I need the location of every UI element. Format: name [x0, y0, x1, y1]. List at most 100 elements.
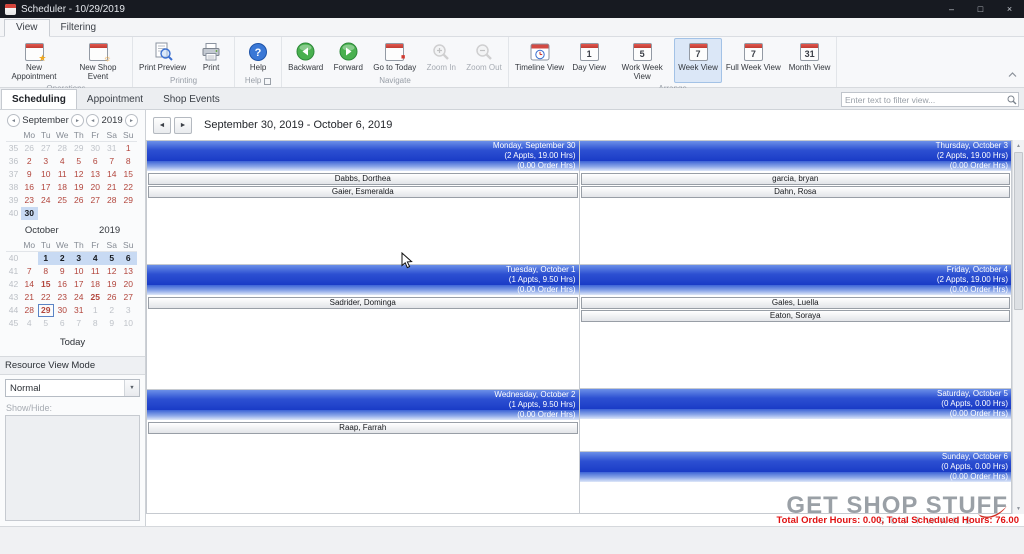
calendar-date[interactable]: 24 [71, 291, 88, 304]
calendar-date[interactable]: 14 [21, 278, 38, 291]
day-body[interactable]: Dabbs, DortheaGaier, Esmeralda [147, 171, 579, 264]
calendar-date[interactable]: 16 [54, 278, 71, 291]
tab-scheduling[interactable]: Scheduling [1, 89, 77, 109]
day-header[interactable]: Saturday, October 5(0 Appts, 0.00 Hrs) [580, 389, 1012, 409]
scroll-down-icon[interactable]: ▼ [1013, 503, 1024, 514]
day-header[interactable]: Sunday, October 6(0 Appts, 0.00 Hrs) [580, 452, 1012, 472]
calendar-date[interactable]: 15 [38, 278, 55, 291]
calendar-date[interactable]: 24 [38, 194, 55, 207]
filter-input[interactable] [842, 95, 1005, 105]
calendar-date[interactable]: 8 [38, 265, 55, 278]
calendar-date[interactable]: 29 [71, 142, 88, 155]
calendar-date[interactable]: 1 [87, 304, 104, 317]
calendar-date[interactable]: 10 [120, 317, 137, 330]
dialog-launcher-icon[interactable] [264, 78, 271, 85]
maximize-button[interactable]: □ [966, 0, 995, 18]
next-week-button[interactable]: ► [174, 117, 192, 134]
calendar-date[interactable]: 1 [120, 142, 137, 155]
calendar-date[interactable]: 5 [104, 252, 121, 265]
tab-shop-events[interactable]: Shop Events [153, 90, 230, 109]
calendar-date[interactable]: 2 [54, 252, 71, 265]
help-button[interactable]: ?Help [237, 38, 279, 75]
ribbon-tab-view[interactable]: View [4, 19, 50, 37]
calendar-date[interactable]: 28 [104, 194, 121, 207]
next-month-icon[interactable]: ► [71, 114, 84, 127]
calendar-date[interactable]: 30 [54, 304, 71, 317]
calendar-date[interactable]: 4 [21, 317, 38, 330]
calendar-date[interactable]: 3 [120, 304, 137, 317]
calendar-date[interactable]: 8 [87, 317, 104, 330]
collapse-ribbon-icon[interactable] [1007, 66, 1018, 84]
print-button[interactable]: Print [190, 38, 232, 75]
calendar-date[interactable]: 9 [21, 168, 38, 181]
calendar-date[interactable]: 5 [71, 155, 88, 168]
appointment-item[interactable]: Eaton, Soraya [581, 310, 1011, 322]
calendar-date[interactable]: 1 [38, 252, 55, 265]
calendar-date[interactable]: 7 [104, 155, 121, 168]
chevron-down-icon[interactable]: ▼ [124, 380, 139, 396]
calendar-date[interactable]: 17 [71, 278, 88, 291]
calendar-date[interactable]: 10 [71, 265, 88, 278]
day-header[interactable]: Friday, October 4(2 Appts, 19.00 Hrs) [580, 265, 1012, 285]
calendar-date[interactable]: 30 [87, 142, 104, 155]
appointment-item[interactable]: garcia, bryan [581, 173, 1011, 185]
calendar-date[interactable]: 2 [104, 304, 121, 317]
calendar-date[interactable]: 20 [87, 181, 104, 194]
calendar-date[interactable]: 23 [54, 291, 71, 304]
calendar-date[interactable]: 6 [87, 155, 104, 168]
calendar-date[interactable]: 22 [120, 181, 137, 194]
previous-week-button[interactable]: ◄ [153, 117, 171, 134]
calendar-date[interactable]: 30 [21, 207, 38, 220]
minimize-button[interactable]: – [937, 0, 966, 18]
calendar-date[interactable]: 27 [38, 142, 55, 155]
calendar-date[interactable]: 16 [21, 181, 38, 194]
calendar-date[interactable]: 28 [54, 142, 71, 155]
calendar-date[interactable]: 6 [120, 252, 137, 265]
work-week-view-button[interactable]: 5Work Week View [610, 38, 674, 83]
calendar-date[interactable]: 21 [104, 181, 121, 194]
new-appointment-button[interactable]: ★New Appointment [2, 38, 66, 83]
calendar-date[interactable]: 4 [87, 252, 104, 265]
prev-year-icon[interactable]: ◄ [86, 114, 99, 127]
tab-appointment[interactable]: Appointment [77, 90, 153, 109]
calendar-date[interactable]: 9 [104, 317, 121, 330]
day-header[interactable]: Tuesday, October 1(1 Appts, 9.50 Hrs) [147, 265, 579, 285]
calendar-date[interactable]: 3 [71, 252, 88, 265]
calendar-date[interactable]: 18 [87, 278, 104, 291]
show-hide-listbox[interactable] [5, 415, 140, 521]
day-body[interactable]: Sadrider, Dominga [147, 295, 579, 388]
ribbon-tab-filtering[interactable]: Filtering [50, 20, 108, 36]
calendar-date[interactable]: 7 [21, 265, 38, 278]
calendar-date[interactable]: 28 [21, 304, 38, 317]
calendar-date[interactable]: 11 [54, 168, 71, 181]
calendar-date[interactable]: 20 [120, 278, 137, 291]
calendar-date[interactable]: 2 [21, 155, 38, 168]
today-button[interactable]: Today [48, 335, 97, 350]
appointment-item[interactable]: Raap, Farrah [148, 422, 578, 434]
vertical-scrollbar[interactable]: ▲ ▼ [1012, 140, 1024, 514]
close-button[interactable]: × [995, 0, 1024, 18]
appointment-item[interactable]: Dahn, Rosa [581, 186, 1011, 198]
calendar-date[interactable]: 12 [104, 265, 121, 278]
calendar-date[interactable]: 27 [87, 194, 104, 207]
day-body[interactable] [580, 419, 1012, 451]
calendar-date[interactable]: 11 [87, 265, 104, 278]
day-view-button[interactable]: 1Day View [568, 38, 610, 83]
calendar-date[interactable]: 6 [54, 317, 71, 330]
calendar-date[interactable]: 17 [38, 181, 55, 194]
forward-button[interactable]: Forward [327, 38, 369, 75]
calendar-date[interactable]: 15 [120, 168, 137, 181]
full-week-view-button[interactable]: 7Full Week View [722, 38, 785, 83]
calendar-date[interactable]: 27 [120, 291, 137, 304]
day-header[interactable]: Monday, September 30(2 Appts, 19.00 Hrs) [147, 141, 579, 161]
calendar-date[interactable]: 25 [87, 291, 104, 304]
calendar-date[interactable]: 25 [54, 194, 71, 207]
calendar-date[interactable]: 13 [120, 265, 137, 278]
calendar-date[interactable]: 3 [38, 155, 55, 168]
prev-month-icon[interactable]: ◄ [7, 114, 20, 127]
calendar-date[interactable]: 8 [120, 155, 137, 168]
timeline-view-button[interactable]: Timeline View [511, 38, 568, 83]
calendar-date[interactable]: 31 [104, 142, 121, 155]
calendar-date[interactable]: 29 [120, 194, 137, 207]
calendar-date[interactable]: 9 [54, 265, 71, 278]
